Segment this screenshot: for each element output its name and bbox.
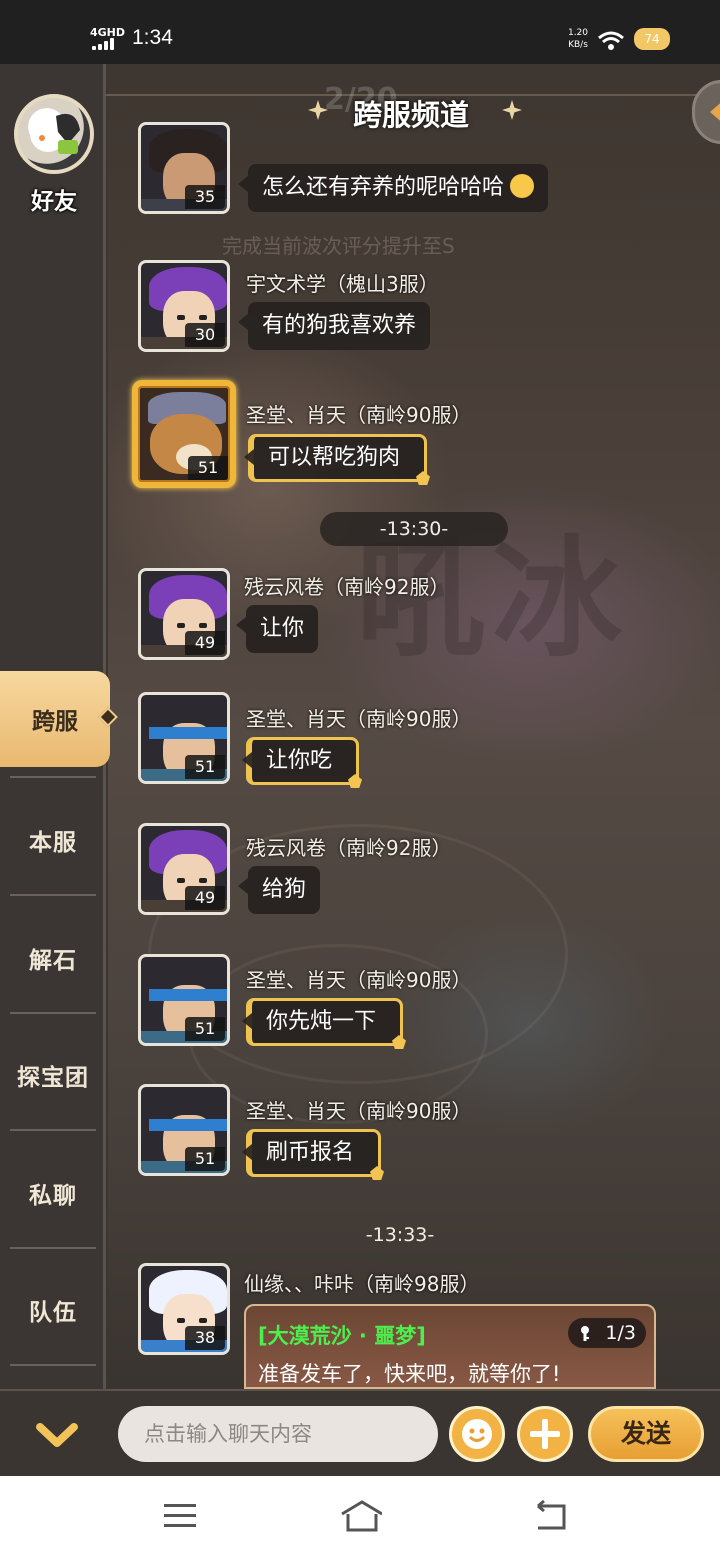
message-text: 有的狗我喜欢养 [262, 313, 417, 338]
battery-icon: 74 [634, 28, 670, 50]
message-bubble-gold: 可以帮吃狗肉 [243, 434, 428, 482]
player-avatar[interactable]: 35 [138, 122, 230, 214]
tab-label: 私聊 [29, 1183, 77, 1209]
level-badge: 51 [185, 1147, 225, 1171]
chevron-down-icon[interactable] [34, 1415, 80, 1455]
player-avatar[interactable]: 30 [138, 260, 230, 352]
chat-input-bar: 发送 [0, 1389, 720, 1476]
emoji-button[interactable] [449, 1406, 505, 1462]
level-badge: 49 [185, 631, 225, 655]
sender-name: 圣堂、肖天（南岭90服） [246, 707, 472, 731]
player-avatar[interactable]: 49 [138, 823, 230, 915]
player-avatar[interactable]: 51 [138, 1084, 230, 1176]
divider [10, 1247, 96, 1249]
message-text: 刷币报名 [266, 1140, 355, 1165]
message-text: 你先炖一下 [266, 1009, 377, 1034]
wifi-icon [598, 31, 624, 50]
divider [10, 1012, 96, 1014]
friends-button[interactable]: 好友 [14, 94, 94, 215]
player-avatar[interactable]: 49 [138, 568, 230, 660]
background-hint: 完成当前波次评分提升至S [222, 234, 455, 258]
level-badge: 38 [185, 1326, 225, 1350]
level-badge: 51 [185, 1017, 225, 1041]
level-badge: 49 [185, 886, 225, 910]
send-button[interactable]: 发送 [588, 1406, 704, 1462]
chat-input[interactable] [118, 1406, 438, 1462]
invite-text: 准备发车了，快来吧，就等你了! [258, 1362, 561, 1386]
tab-label: 解石 [29, 948, 77, 974]
sender-name: 仙缘、、咔咔（南岭98服） [244, 1272, 480, 1296]
friends-avatar-icon [14, 94, 94, 174]
chat-app: 吼冰 完成当前波次评分提升至S 好友 本服 解石 探宝团 私聊 队伍 跨服 2/… [0, 64, 720, 1476]
team-count: 1/3 [605, 1322, 636, 1344]
tab-local-server[interactable]: 本服 [0, 792, 106, 888]
message-bubble-gold: 刷币报名 [241, 1129, 382, 1177]
message-text: 怎么还有弃养的呢哈哈哈 [262, 175, 505, 200]
menu-icon[interactable] [160, 1498, 200, 1534]
sweat-smile-emoji-icon [510, 174, 535, 198]
message-text: 让你 [260, 616, 305, 641]
home-icon[interactable] [338, 1498, 382, 1534]
level-badge: 30 [185, 323, 225, 347]
divider [10, 1129, 96, 1131]
tab-label: 探宝团 [17, 1065, 89, 1091]
divider [10, 1364, 96, 1366]
chevron-left-icon [710, 100, 720, 124]
clock: 1:34 [132, 26, 173, 49]
message-bubble: 有的狗我喜欢养 [237, 302, 431, 350]
network-speed: 1.20 KB/s [563, 27, 593, 51]
message-bubble-gold: 你先炖一下 [241, 998, 404, 1046]
sender-name: 圣堂、肖天（南岭90服） [246, 1099, 472, 1123]
smile-icon [462, 1419, 492, 1449]
level-badge: 51 [188, 456, 228, 480]
friends-label: 好友 [31, 189, 77, 215]
speed-unit: KB/s [568, 40, 588, 50]
status-bar: 4GHD 1:34 1.20 KB/s 74 [0, 0, 720, 64]
message-bubble: 让你 [235, 605, 319, 653]
message-bubble: 怎么还有弃养的呢哈哈哈 [237, 164, 549, 212]
player-avatar-gold-frame[interactable]: 51 [132, 380, 236, 488]
player-avatar[interactable]: 51 [138, 692, 230, 784]
signal-icon [92, 38, 122, 50]
back-icon[interactable] [530, 1498, 570, 1534]
timestamp-divider: -13:30- [320, 512, 508, 546]
tab-label: 本服 [29, 830, 77, 856]
team-count-badge: 1/3 [568, 1318, 646, 1348]
message-bubble-gold: 让你吃 [241, 737, 360, 785]
level-badge: 51 [185, 755, 225, 779]
timestamp-divider: -13:33- [365, 1224, 435, 1246]
key-icon [581, 1326, 589, 1341]
message-text: 可以帮吃狗肉 [268, 445, 401, 470]
tab-team[interactable]: 队伍 [0, 1262, 106, 1358]
divider [10, 776, 96, 778]
sender-name: 宇文术学（槐山3服） [246, 272, 439, 296]
tab-cross-server[interactable]: 跨服 [0, 671, 110, 767]
tab-gem[interactable]: 解石 [0, 910, 106, 1006]
team-invite-card[interactable]: [大漠荒沙 · 噩梦] 1/3 准备发车了，快来吧，就等你了! [244, 1304, 656, 1389]
tab-private-chat[interactable]: 私聊 [0, 1145, 106, 1241]
invite-title: [大漠荒沙 · 噩梦] [258, 1324, 426, 1348]
sender-name: 残云风卷（南岭92服） [244, 575, 450, 599]
sender-name: 圣堂、肖天（南岭90服） [246, 968, 472, 992]
sender-name: 圣堂、肖天（南岭90服） [246, 403, 472, 427]
sender-name: 残云风卷（南岭92服） [246, 836, 452, 860]
message-text: 给狗 [262, 877, 307, 902]
player-avatar[interactable]: 51 [138, 954, 230, 1046]
tab-label: 队伍 [29, 1300, 77, 1326]
tab-label: 跨服 [32, 709, 78, 735]
player-avatar[interactable]: 38 [138, 1263, 230, 1355]
more-button[interactable] [517, 1406, 573, 1462]
tab-treasure-team[interactable]: 探宝团 [0, 1027, 106, 1123]
divider [10, 894, 96, 896]
system-navigation-bar [0, 1476, 720, 1560]
message-text: 让你吃 [266, 748, 333, 773]
speed-value: 1.20 [567, 28, 589, 38]
message-bubble: 给狗 [237, 866, 321, 914]
level-badge: 35 [185, 185, 225, 209]
plus-icon [530, 1419, 560, 1449]
page-title: 跨服频道 [352, 98, 469, 132]
